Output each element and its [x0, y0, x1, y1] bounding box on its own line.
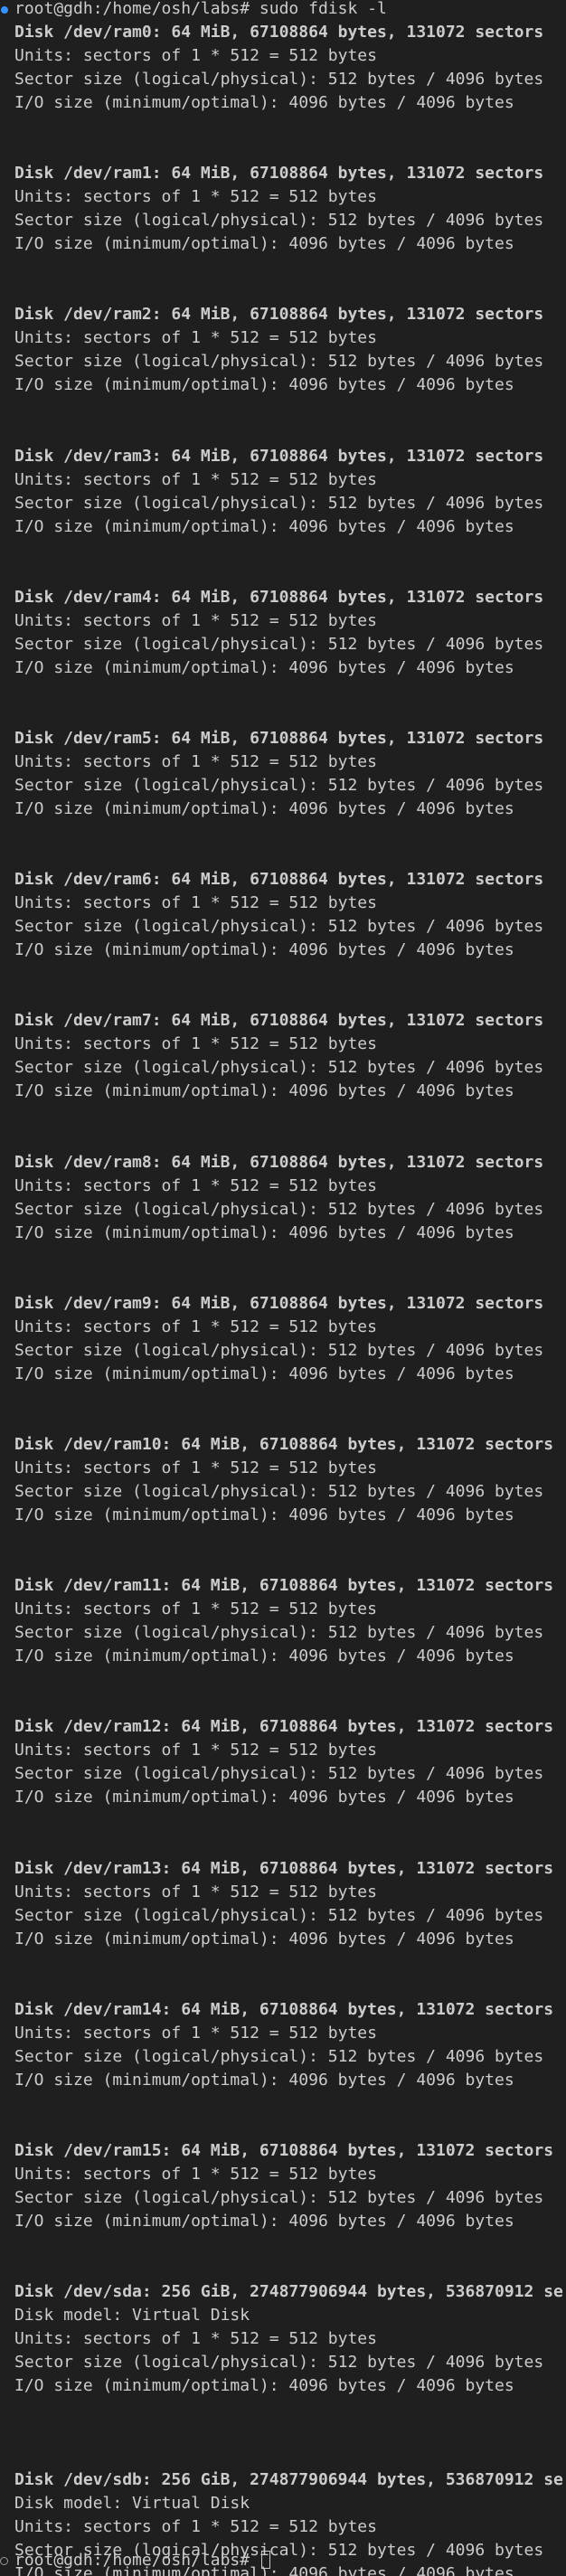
disk-info-line: Units: sectors of 1 * 512 = 512 bytes	[14, 1599, 377, 1619]
disk-info-line: Sector size (logical/physical): 512 byte…	[14, 1764, 544, 1784]
disk-info-line: Sector size (logical/physical): 512 byte…	[14, 634, 544, 654]
disk-header: Disk /dev/ram9: 64 MiB, 67108864 bytes, …	[14, 1293, 544, 1313]
disk-info-line: Units: sectors of 1 * 512 = 512 bytes	[14, 1175, 377, 1195]
disk-info-line: I/O size (minimum/optimal): 4096 bytes /…	[14, 2070, 514, 2090]
disk-info-line: Units: sectors of 1 * 512 = 512 bytes	[14, 2329, 377, 2349]
disk-info-line: I/O size (minimum/optimal): 4096 bytes /…	[14, 940, 514, 960]
disk-info-line: Units: sectors of 1 * 512 = 512 bytes	[14, 187, 377, 207]
terminal-output[interactable]: root@gdh:/home/osh/labs# sudo fdisk -l D…	[0, 0, 566, 2576]
disk-info-line: Sector size (logical/physical): 512 byte…	[14, 1482, 544, 1501]
disk-info-line: I/O size (minimum/optimal): 4096 bytes /…	[14, 375, 514, 395]
disk-info-line: Disk model: Virtual Disk	[14, 2494, 250, 2514]
disk-info-line: I/O size (minimum/optimal): 4096 bytes /…	[14, 1929, 514, 1949]
command-status-icon	[1, 6, 8, 14]
disk-info-line: Sector size (logical/physical): 512 byte…	[14, 211, 544, 231]
disk-info-line: Units: sectors of 1 * 512 = 512 bytes	[14, 469, 377, 489]
disk-info-line: I/O size (minimum/optimal): 4096 bytes /…	[14, 2212, 514, 2231]
disk-info-line: I/O size (minimum/optimal): 4096 bytes /…	[14, 1081, 514, 1101]
disk-info-line: I/O size (minimum/optimal): 4096 bytes /…	[14, 799, 514, 818]
disk-header: Disk /dev/ram7: 64 MiB, 67108864 bytes, …	[14, 1011, 544, 1031]
disk-info-line: Sector size (logical/physical): 512 byte…	[14, 1340, 544, 1360]
disk-header: Disk /dev/ram11: 64 MiB, 67108864 bytes,…	[14, 1576, 554, 1596]
text-cursor	[260, 2551, 270, 2569]
disk-info-line: Sector size (logical/physical): 512 byte…	[14, 493, 544, 513]
disk-header: Disk /dev/ram3: 64 MiB, 67108864 bytes, …	[14, 446, 544, 466]
disk-header: Disk /dev/ram10: 64 MiB, 67108864 bytes,…	[14, 1435, 554, 1454]
disk-header: Disk /dev/ram5: 64 MiB, 67108864 bytes, …	[14, 729, 544, 748]
prompt-command-line: root@gdh:/home/osh/labs# sudo fdisk -l	[14, 0, 387, 18]
disk-info-line: Units: sectors of 1 * 512 = 512 bytes	[14, 1316, 377, 1336]
disk-info-line: Units: sectors of 1 * 512 = 512 bytes	[14, 1034, 377, 1054]
disk-header: Disk /dev/ram2: 64 MiB, 67108864 bytes, …	[14, 305, 544, 325]
disk-info-line: I/O size (minimum/optimal): 4096 bytes /…	[14, 516, 514, 536]
disk-info-line: Sector size (logical/physical): 512 byte…	[14, 776, 544, 795]
disk-info-line: I/O size (minimum/optimal): 4096 bytes /…	[14, 93, 514, 112]
final-prompt-line[interactable]: root@gdh:/home/osh/labs#	[14, 2549, 270, 2572]
disk-header: Disk /dev/ram0: 64 MiB, 67108864 bytes, …	[14, 23, 544, 42]
disk-header: Disk /dev/ram13: 64 MiB, 67108864 bytes,…	[14, 1858, 554, 1878]
disk-header: Disk /dev/sdb: 256 GiB, 274877906944 byt…	[14, 2470, 563, 2490]
disk-info-line: Sector size (logical/physical): 512 byte…	[14, 2353, 544, 2373]
disk-info-line: Units: sectors of 1 * 512 = 512 bytes	[14, 2165, 377, 2184]
disk-info-line: Units: sectors of 1 * 512 = 512 bytes	[14, 328, 377, 348]
idle-status-icon	[0, 2557, 8, 2565]
disk-header: Disk /dev/ram6: 64 MiB, 67108864 bytes, …	[14, 870, 544, 890]
disk-header: Disk /dev/ram15: 64 MiB, 67108864 bytes,…	[14, 2141, 554, 2160]
disk-header: Disk /dev/sda: 256 GiB, 274877906944 byt…	[14, 2282, 563, 2302]
disk-info-line: I/O size (minimum/optimal): 4096 bytes /…	[14, 657, 514, 677]
disk-info-line: I/O size (minimum/optimal): 4096 bytes /…	[14, 1505, 514, 1524]
disk-info-line: Units: sectors of 1 * 512 = 512 bytes	[14, 1882, 377, 1901]
disk-info-line: I/O size (minimum/optimal): 4096 bytes /…	[14, 1788, 514, 1807]
disk-info-line: Units: sectors of 1 * 512 = 512 bytes	[14, 893, 377, 913]
disk-info-line: Disk model: Virtual Disk	[14, 2306, 250, 2326]
disk-info-line: Sector size (logical/physical): 512 byte…	[14, 1623, 544, 1643]
disk-header: Disk /dev/ram12: 64 MiB, 67108864 bytes,…	[14, 1717, 554, 1737]
disk-info-line: Sector size (logical/physical): 512 byte…	[14, 1058, 544, 1078]
disk-info-line: Sector size (logical/physical): 512 byte…	[14, 70, 544, 89]
disk-info-line: I/O size (minimum/optimal): 4096 bytes /…	[14, 2376, 514, 2396]
disk-info-line: Units: sectors of 1 * 512 = 512 bytes	[14, 46, 377, 65]
disk-info-line: Sector size (logical/physical): 512 byte…	[14, 352, 544, 372]
disk-info-line: Sector size (logical/physical): 512 byte…	[14, 1905, 544, 1925]
disk-info-line: Sector size (logical/physical): 512 byte…	[14, 1199, 544, 1219]
disk-info-line: Units: sectors of 1 * 512 = 512 bytes	[14, 1741, 377, 1760]
disk-info-line: Units: sectors of 1 * 512 = 512 bytes	[14, 2023, 377, 2043]
disk-header: Disk /dev/ram8: 64 MiB, 67108864 bytes, …	[14, 1152, 544, 1172]
disk-info-line: Units: sectors of 1 * 512 = 512 bytes	[14, 2517, 377, 2537]
disk-info-line: I/O size (minimum/optimal): 4096 bytes /…	[14, 1363, 514, 1383]
final-prompt-text: root@gdh:/home/osh/labs#	[14, 2551, 259, 2570]
disk-info-line: Units: sectors of 1 * 512 = 512 bytes	[14, 752, 377, 771]
disk-info-line: Sector size (logical/physical): 512 byte…	[14, 2188, 544, 2207]
disk-header: Disk /dev/ram14: 64 MiB, 67108864 bytes,…	[14, 1999, 554, 2019]
disk-info-line: I/O size (minimum/optimal): 4096 bytes /…	[14, 234, 514, 254]
disk-info-line: Sector size (logical/physical): 512 byte…	[14, 917, 544, 937]
disk-info-line: Units: sectors of 1 * 512 = 512 bytes	[14, 610, 377, 630]
disk-header: Disk /dev/ram1: 64 MiB, 67108864 bytes, …	[14, 164, 544, 184]
disk-info-line: Units: sectors of 1 * 512 = 512 bytes	[14, 1458, 377, 1477]
disk-info-line: I/O size (minimum/optimal): 4096 bytes /…	[14, 1222, 514, 1242]
disk-info-line: Sector size (logical/physical): 512 byte…	[14, 2046, 544, 2066]
disk-info-line: I/O size (minimum/optimal): 4096 bytes /…	[14, 1647, 514, 1666]
disk-header: Disk /dev/ram4: 64 MiB, 67108864 bytes, …	[14, 587, 544, 607]
